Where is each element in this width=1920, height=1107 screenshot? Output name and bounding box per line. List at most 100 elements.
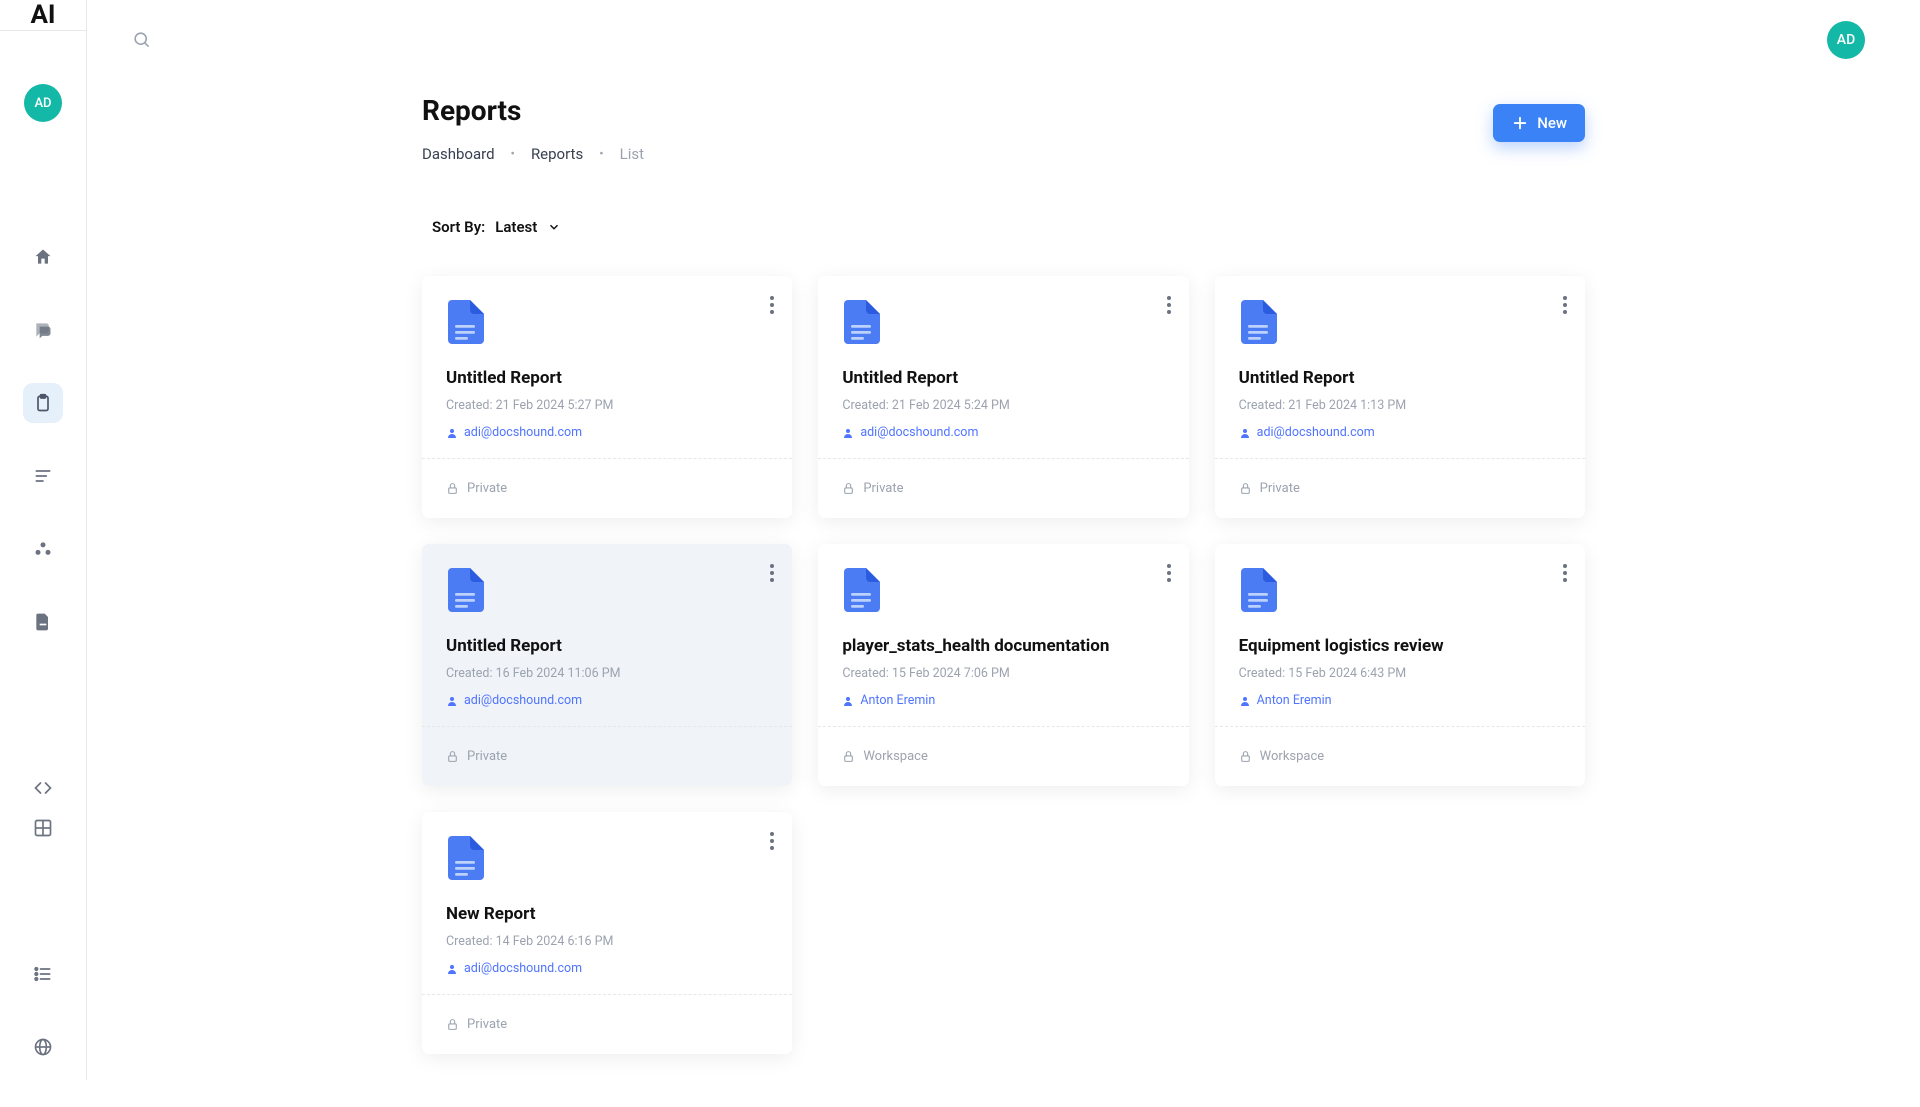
sidebar-nav — [0, 237, 86, 808]
lock-icon — [842, 750, 855, 763]
sidebar-item-list[interactable] — [23, 954, 63, 994]
notes-icon — [33, 466, 53, 486]
user-icon — [446, 695, 458, 707]
card-footer: Workspace — [1215, 726, 1585, 786]
more-vertical-icon — [1167, 564, 1171, 582]
card-menu-button[interactable] — [770, 296, 774, 314]
sidebar-item-grid[interactable] — [23, 808, 63, 848]
new-button[interactable]: New — [1493, 104, 1585, 142]
card-title: Untitled Report — [446, 368, 768, 388]
breadcrumb-reports[interactable]: Reports — [531, 145, 583, 163]
card-author[interactable]: Anton Eremin — [842, 693, 1164, 708]
doc-icon — [446, 836, 768, 884]
doc-icon — [1239, 300, 1561, 348]
report-card[interactable]: New Report Created: 14 Feb 2024 6:16 PM … — [422, 812, 792, 1054]
chevron-down-icon — [547, 220, 561, 234]
report-card[interactable]: Equipment logistics review Created: 15 F… — [1215, 544, 1585, 786]
sidebar: AI AD — [0, 0, 87, 1080]
card-footer: Private — [1215, 458, 1585, 518]
card-created: Created: 16 Feb 2024 11:06 PM — [446, 666, 768, 681]
lock-icon — [1239, 482, 1252, 495]
card-menu-button[interactable] — [1167, 296, 1171, 314]
sidebar-item-home[interactable] — [23, 237, 63, 277]
top-avatar[interactable]: AD — [1827, 21, 1865, 59]
search-icon — [132, 30, 151, 49]
card-title: Untitled Report — [842, 368, 1164, 388]
report-card[interactable]: Untitled Report Created: 21 Feb 2024 1:1… — [1215, 276, 1585, 518]
card-visibility: Private — [467, 749, 507, 764]
doc-icon — [842, 568, 1164, 616]
card-footer: Private — [422, 458, 792, 518]
breadcrumb-sep: • — [599, 147, 603, 162]
card-author[interactable]: adi@docshound.com — [1239, 425, 1561, 440]
doc-icon — [1239, 568, 1561, 616]
sidebar-item-chat[interactable] — [23, 310, 63, 350]
user-icon — [842, 427, 854, 439]
card-author[interactable]: adi@docshound.com — [842, 425, 1164, 440]
card-menu-button[interactable] — [770, 564, 774, 582]
lock-icon — [446, 750, 459, 763]
card-footer: Workspace — [818, 726, 1188, 786]
sidebar-item-files[interactable] — [23, 602, 63, 642]
card-menu-button[interactable] — [770, 832, 774, 850]
report-grid: Untitled Report Created: 21 Feb 2024 5:2… — [422, 276, 1585, 1054]
sort-dropdown[interactable]: Sort By: Latest — [422, 218, 1585, 236]
code-icon — [33, 778, 53, 798]
breadcrumb-sep: • — [511, 147, 515, 162]
lock-icon — [446, 482, 459, 495]
team-icon — [33, 539, 53, 559]
card-title: Untitled Report — [446, 636, 768, 656]
card-author[interactable]: adi@docshound.com — [446, 693, 768, 708]
top-bar: AD — [87, 0, 1920, 79]
more-vertical-icon — [1563, 296, 1567, 314]
card-footer: Private — [818, 458, 1188, 518]
card-author[interactable]: adi@docshound.com — [446, 961, 768, 976]
card-author[interactable]: Anton Eremin — [1239, 693, 1561, 708]
breadcrumb-dashboard[interactable]: Dashboard — [422, 145, 495, 163]
card-created: Created: 21 Feb 2024 5:27 PM — [446, 398, 768, 413]
sidebar-item-team[interactable] — [23, 529, 63, 569]
card-visibility: Workspace — [863, 749, 928, 764]
sidebar-item-globe[interactable] — [23, 1027, 63, 1067]
grid-icon — [33, 818, 53, 838]
user-icon — [446, 427, 458, 439]
sidebar-avatar-wrap: AD — [0, 31, 86, 122]
card-author[interactable]: adi@docshound.com — [446, 425, 768, 440]
sidebar-item-code[interactable] — [23, 768, 63, 808]
content: Reports Dashboard • Reports • List New S… — [87, 79, 1920, 1054]
report-card[interactable]: Untitled Report Created: 21 Feb 2024 5:2… — [422, 276, 792, 518]
sort-value: Latest — [495, 218, 537, 236]
plus-icon — [1511, 114, 1529, 132]
report-card[interactable]: Untitled Report Created: 16 Feb 2024 11:… — [422, 544, 792, 786]
sidebar-item-reports[interactable] — [23, 383, 63, 423]
search-button[interactable] — [132, 30, 151, 49]
card-created: Created: 21 Feb 2024 1:13 PM — [1239, 398, 1561, 413]
card-created: Created: 15 Feb 2024 7:06 PM — [842, 666, 1164, 681]
more-vertical-icon — [1563, 564, 1567, 582]
breadcrumb-list: List — [620, 145, 644, 163]
card-visibility: Private — [467, 1017, 507, 1032]
doc-icon — [842, 300, 1164, 348]
sidebar-item-notes[interactable] — [23, 456, 63, 496]
card-created: Created: 14 Feb 2024 6:16 PM — [446, 934, 768, 949]
card-title: player_stats_health documentation — [842, 636, 1164, 656]
lock-icon — [842, 482, 855, 495]
sidebar-avatar[interactable]: AD — [24, 84, 62, 122]
report-card[interactable]: player_stats_health documentation Create… — [818, 544, 1188, 786]
card-visibility: Private — [467, 481, 507, 496]
card-footer: Private — [422, 726, 792, 786]
breadcrumb: Dashboard • Reports • List — [422, 145, 644, 163]
file-icon — [33, 612, 53, 632]
user-icon — [842, 695, 854, 707]
user-icon — [1239, 427, 1251, 439]
chat-icon — [33, 320, 53, 340]
more-vertical-icon — [770, 564, 774, 582]
card-menu-button[interactable] — [1563, 296, 1567, 314]
more-vertical-icon — [770, 296, 774, 314]
report-card[interactable]: Untitled Report Created: 21 Feb 2024 5:2… — [818, 276, 1188, 518]
lock-icon — [1239, 750, 1252, 763]
card-menu-button[interactable] — [1563, 564, 1567, 582]
card-visibility: Private — [863, 481, 903, 496]
card-menu-button[interactable] — [1167, 564, 1171, 582]
card-title: New Report — [446, 904, 768, 924]
